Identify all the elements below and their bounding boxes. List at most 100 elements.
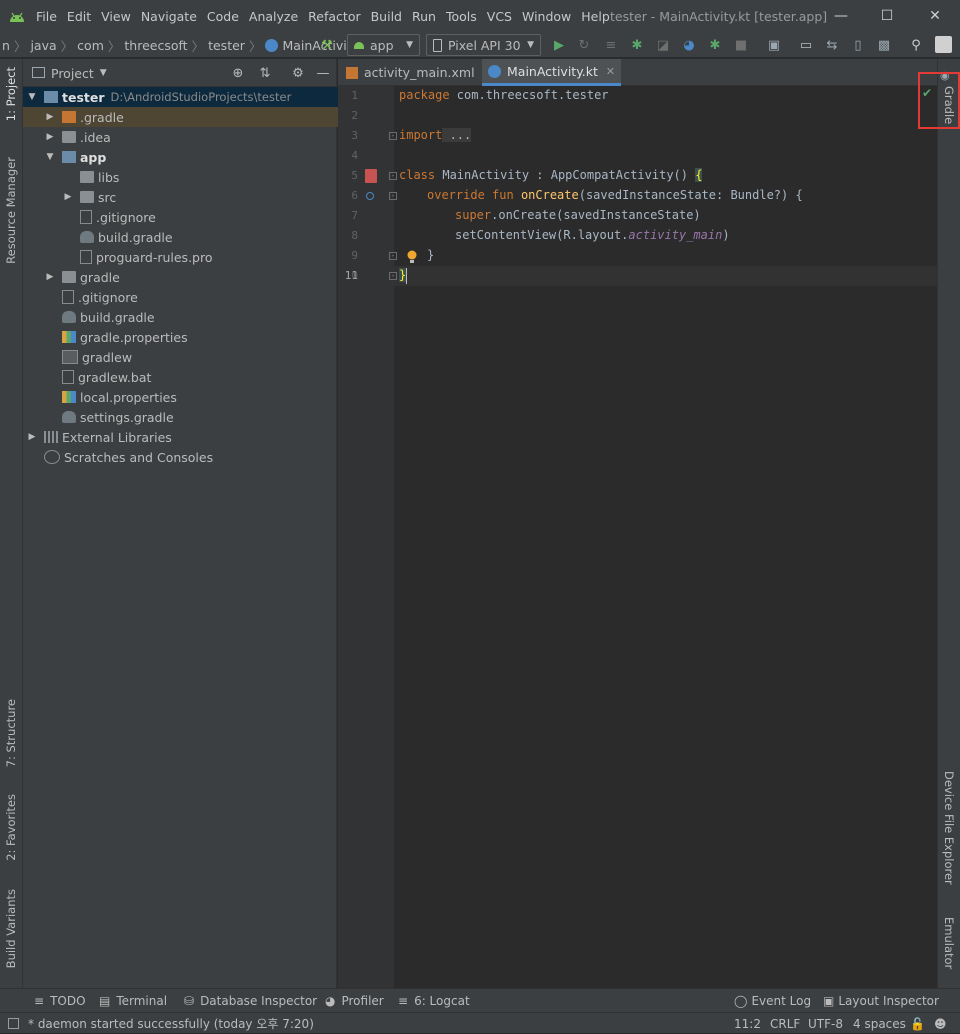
breadcrumb-item[interactable]: threecsoft [124,38,187,53]
device-manager-icon[interactable]: ▯ [849,36,867,54]
tree-item[interactable]: ▶ src [23,187,376,207]
tree-item[interactable]: ▼ app [23,147,358,167]
account-avatar-icon[interactable] [935,36,952,53]
tool-event-log[interactable]: ◯ Event Log [734,989,811,1013]
fold-marker-icon[interactable]: - [389,172,397,180]
run-icon[interactable]: ▶ [550,36,568,54]
menu-edit[interactable]: Edit [62,9,96,24]
fold-marker-icon[interactable]: - [389,132,397,140]
tool-tab-project[interactable]: 1: Project [4,67,18,121]
tool-tab-build-variants[interactable]: Build Variants [4,889,18,968]
project-structure-icon[interactable]: ▣ [765,36,783,54]
tree-item-root[interactable]: ▼ tester D:\AndroidStudioProjects\tester [23,87,340,107]
fold-marker-icon[interactable]: - [389,272,397,280]
code-token: MainActivity : AppCompatActivity() [435,168,696,182]
attach-debugger-icon[interactable]: ✱ [706,36,724,54]
lightbulb-icon[interactable] [406,250,418,264]
line-separator[interactable]: CRLF [770,1013,800,1034]
caret-position[interactable]: 11:2 [734,1013,761,1034]
status-message[interactable]: * daemon started successfully (today 오후 … [28,1013,314,1034]
tree-item[interactable]: .gitignore [23,287,376,307]
menu-window[interactable]: Window [517,9,576,24]
menu-run[interactable]: Run [407,9,441,24]
apply-code-changes-icon[interactable]: ≡ [602,36,620,54]
tree-item[interactable]: local.properties [23,387,376,407]
layout-inspector-icon: ▣ [823,994,835,1008]
breadcrumb-item[interactable]: tester [208,38,245,53]
coverage-icon[interactable]: ◪ [654,36,672,54]
close-icon[interactable]: ✕ [606,65,615,78]
folder-icon [80,191,94,203]
stop-icon[interactable]: ■ [732,36,750,54]
collapse-all-icon[interactable]: ⇅ [256,64,274,82]
tree-item[interactable]: ▶ .gradle [23,107,358,127]
code-editor[interactable]: 1 2 3 4 5 6 7 8 9 10 11 - - - - - packag… [338,86,937,988]
tool-terminal[interactable]: ▤ Terminal [99,989,167,1013]
menu-refactor[interactable]: Refactor [303,9,365,24]
tool-tab-favorites[interactable]: 2: Favorites [4,794,18,861]
unlock-icon[interactable]: 🔓 [910,1013,925,1034]
hide-panel-icon[interactable]: — [314,64,332,82]
debug-icon[interactable]: ✱ [628,36,646,54]
tree-item[interactable]: gradlew.bat [23,367,376,387]
fold-marker-icon[interactable]: - [389,252,397,260]
gitignore-file-icon [80,210,92,224]
bottom-tool-bar: ≡ TODO ▤ Terminal ⛁ Database Inspector ◕ Pro… [0,988,960,1012]
menu-build[interactable]: Build [366,9,407,24]
tree-item[interactable]: gradlew [23,347,376,367]
indent-setting[interactable]: 4 spaces [853,1013,906,1034]
tab-activity-main-xml[interactable]: activity_main.xml ✕ [340,59,498,86]
tree-item[interactable]: ▶ External Libraries [23,427,340,447]
project-view-select[interactable]: Project ▼ [51,59,107,87]
menu-help[interactable]: Help [576,9,615,24]
breadcrumb-item[interactable]: java [30,38,56,53]
tool-logcat[interactable]: ≡ 6: Logcat [398,989,470,1013]
gear-icon[interactable]: ⚙ [289,64,307,82]
menu-analyze[interactable]: Analyze [244,9,303,24]
menu-vcs[interactable]: VCS [482,9,517,24]
tool-tab-emulator[interactable]: Emulator [942,917,956,969]
sync-gradle-icon[interactable]: ⇆ [823,36,841,54]
apply-changes-icon[interactable]: ↻ [575,36,593,54]
breadcrumb-item[interactable]: com [77,38,104,53]
menu-navigate[interactable]: Navigate [136,9,202,24]
tool-profiler[interactable]: ◕ Profiler [325,989,384,1013]
menu-tools[interactable]: Tools [441,9,482,24]
breadcrumb-item[interactable]: n [2,38,10,53]
fold-marker-icon[interactable]: - [389,192,397,200]
sdk-manager-icon[interactable]: ▩ [875,36,893,54]
tool-layout-inspector[interactable]: ▣ Layout Inspector [823,989,939,1013]
tab-mainactivity-kt[interactable]: MainActivity.kt ✕ [482,59,622,86]
tree-item[interactable]: Scratches and Consoles [23,447,358,467]
profile-icon[interactable]: ◕ [680,36,698,54]
override-marker-icon[interactable] [366,192,374,200]
tree-item-label: .idea [80,129,111,145]
search-icon[interactable]: ⚲ [907,36,925,54]
locate-icon[interactable]: ⊕ [229,64,247,82]
tree-item[interactable]: ▶ gradle [23,267,340,287]
close-button[interactable]: ✕ [912,0,958,32]
avd-manager-icon[interactable]: ▭ [797,36,815,54]
tree-item[interactable]: gradle.properties [23,327,376,347]
menu-code[interactable]: Code [202,9,244,24]
minimize-button[interactable]: — [818,0,864,32]
layout-file-gutter-icon[interactable] [365,169,377,183]
build-hammer-icon[interactable]: ⚒ [318,36,336,54]
device-select[interactable]: Pixel API 30 ▼ [426,34,541,56]
file-encoding[interactable]: UTF-8 [808,1013,843,1034]
tree-item[interactable]: build.gradle [23,307,376,327]
tree-item[interactable]: ▶ .idea [23,127,358,147]
panel-toggle-icon[interactable] [8,1018,19,1029]
tool-tab-device-file-explorer[interactable]: Device File Explorer [942,771,956,885]
run-config-select[interactable]: app ▼ [347,34,420,56]
tool-tab-resource-manager[interactable]: Resource Manager [4,157,18,264]
text-file-icon [80,250,92,264]
menu-view[interactable]: View [96,9,136,24]
tool-tab-structure[interactable]: 7: Structure [4,699,18,767]
inspector-icon[interactable]: ☻ [934,1013,947,1034]
maximize-button[interactable]: ☐ [864,0,910,32]
tool-database-inspector[interactable]: ⛁ Database Inspector [184,989,317,1013]
tree-item[interactable]: settings.gradle [23,407,376,427]
menu-file[interactable]: File [31,9,62,24]
tool-todo[interactable]: ≡ TODO [34,989,86,1013]
